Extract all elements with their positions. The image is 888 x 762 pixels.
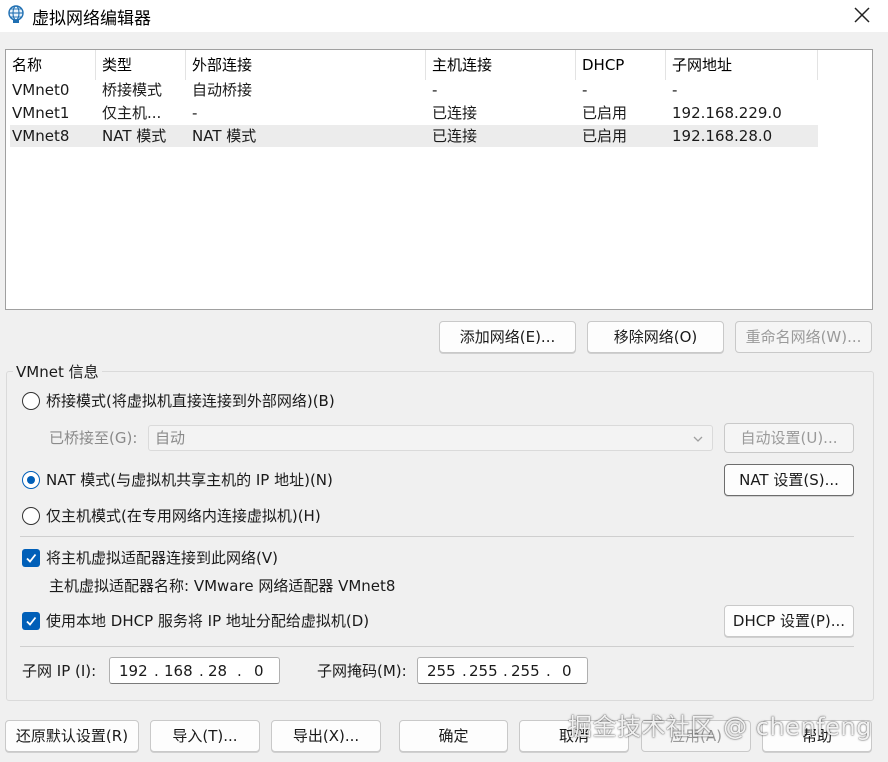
cell-type: NAT 模式 xyxy=(102,127,167,145)
bridged-to-select[interactable]: 自动 xyxy=(148,425,713,451)
bridged-to-value: 自动 xyxy=(155,429,186,447)
restore-defaults-button[interactable]: 还原默认设置(R) xyxy=(5,720,139,752)
subnet-ip-label: 子网 IP (I): xyxy=(22,662,97,680)
nat-mode-label[interactable]: NAT 模式(与虚拟机共享主机的 IP 地址)(N) xyxy=(46,469,333,491)
window-title: 虚拟网络编辑器 xyxy=(32,9,151,29)
cell-subnet: 192.168.28.0 xyxy=(672,127,773,145)
column-header-subnet[interactable]: 子网地址 xyxy=(666,50,818,80)
ip-dot: . xyxy=(237,662,242,680)
subnet-ip-input[interactable]: 192 . 168 . 28 . 0 xyxy=(109,657,280,684)
cell-type: 桥接模式 xyxy=(102,81,163,99)
bridged-mode-radio[interactable] xyxy=(22,392,40,410)
table-row-selected[interactable]: VMnet8 NAT 模式 NAT 模式 已连接 已启用 192.168.28.… xyxy=(10,125,818,147)
cell-name: VMnet0 xyxy=(12,81,70,99)
dhcp-settings-button[interactable]: DHCP 设置(P)... xyxy=(724,605,854,637)
globe-icon xyxy=(6,4,26,24)
ip-dot: . xyxy=(199,662,204,680)
subnet-mask-label: 子网掩码(M): xyxy=(317,662,407,680)
radio-selected-dot xyxy=(26,475,35,484)
cell-name: VMnet8 xyxy=(12,127,70,145)
network-list-header: 名称 类型 外部连接 主机连接 DHCP 子网地址 xyxy=(6,50,818,80)
cell-type: 仅主机... xyxy=(102,104,162,122)
column-header-host[interactable]: 主机连接 xyxy=(426,50,576,80)
cell-subnet: 192.168.229.0 xyxy=(672,104,782,122)
subnet-ip-octet: 168 xyxy=(164,662,193,680)
cell-host: 已连接 xyxy=(432,104,478,122)
section-divider xyxy=(20,536,854,537)
section-divider xyxy=(20,646,854,647)
adapter-name-text: 主机虚拟适配器名称: VMware 网络适配器 VMnet8 xyxy=(49,577,396,595)
title-bar: 虚拟网络编辑器 xyxy=(0,0,888,32)
cell-name: VMnet1 xyxy=(12,104,70,122)
ip-dot: . xyxy=(462,662,467,680)
ip-dot: . xyxy=(503,662,508,680)
subnet-mask-octet: 255 xyxy=(511,662,540,680)
bridged-to-label: 已桥接至(G): xyxy=(49,429,138,447)
column-header-external[interactable]: 外部连接 xyxy=(186,50,426,80)
table-row[interactable]: VMnet0 桥接模式 自动桥接 - - - xyxy=(10,79,818,101)
import-button[interactable]: 导入(T)... xyxy=(150,720,260,752)
connect-adapter-label[interactable]: 将主机虚拟适配器连接到此网络(V) xyxy=(46,547,278,569)
connect-adapter-checkbox[interactable] xyxy=(22,549,40,567)
subnet-mask-octet: 255 xyxy=(469,662,498,680)
cell-dhcp: 已启用 xyxy=(582,104,628,122)
nat-mode-radio[interactable] xyxy=(22,471,40,489)
watermark: 掘金技术社区 @ chenfeng xyxy=(568,713,872,741)
subnet-mask-octet: 255 xyxy=(427,662,456,680)
column-header-dhcp[interactable]: DHCP xyxy=(576,50,666,80)
network-list[interactable]: 名称 类型 外部连接 主机连接 DHCP 子网地址 VMnet0 桥接模式 自动… xyxy=(5,49,873,310)
auto-settings-button[interactable]: 自动设置(U)... xyxy=(724,423,854,453)
ip-dot: . xyxy=(154,662,159,680)
cell-external: NAT 模式 xyxy=(192,127,257,145)
vmnet-info-title: VMnet 信息 xyxy=(13,362,102,382)
close-icon xyxy=(854,7,870,23)
column-header-type[interactable]: 类型 xyxy=(96,50,186,80)
bridged-mode-label[interactable]: 桥接模式(将虚拟机直接连接到外部网络)(B) xyxy=(46,390,335,412)
rename-network-button[interactable]: 重命名网络(W)... xyxy=(735,321,872,353)
subnet-mask-octet: 0 xyxy=(562,662,572,680)
cell-dhcp: 已启用 xyxy=(582,127,628,145)
subnet-ip-octet: 0 xyxy=(254,662,264,680)
host-only-label[interactable]: 仅主机模式(在专用网络内连接虚拟机)(H) xyxy=(46,505,321,527)
remove-network-button[interactable]: 移除网络(O) xyxy=(587,321,724,353)
cell-dhcp: - xyxy=(582,81,588,99)
ip-dot: . xyxy=(546,662,551,680)
cell-host: 已连接 xyxy=(432,127,478,145)
subnet-ip-octet: 192 xyxy=(119,662,148,680)
cell-external: - xyxy=(192,104,198,122)
checkmark-icon xyxy=(26,616,37,626)
chevron-down-icon xyxy=(693,436,703,442)
checkmark-icon xyxy=(26,553,37,563)
dhcp-checkbox[interactable] xyxy=(22,612,40,630)
export-button[interactable]: 导出(X)... xyxy=(271,720,381,752)
dhcp-label[interactable]: 使用本地 DHCP 服务将 IP 地址分配给虚拟机(D) xyxy=(46,610,369,632)
host-only-radio[interactable] xyxy=(22,507,40,525)
subnet-ip-octet: 28 xyxy=(208,662,228,680)
cell-host: - xyxy=(432,81,438,99)
cell-subnet: - xyxy=(672,81,678,99)
table-row[interactable]: VMnet1 仅主机... - 已连接 已启用 192.168.229.0 xyxy=(10,102,818,124)
cell-external: 自动桥接 xyxy=(192,81,253,99)
subnet-mask-input[interactable]: 255 . 255 . 255 . 0 xyxy=(417,657,588,684)
nat-settings-button[interactable]: NAT 设置(S)... xyxy=(724,464,854,496)
column-header-name[interactable]: 名称 xyxy=(6,50,96,80)
add-network-button[interactable]: 添加网络(E)... xyxy=(439,321,576,353)
ok-button[interactable]: 确定 xyxy=(399,720,508,752)
close-button[interactable] xyxy=(844,0,880,30)
